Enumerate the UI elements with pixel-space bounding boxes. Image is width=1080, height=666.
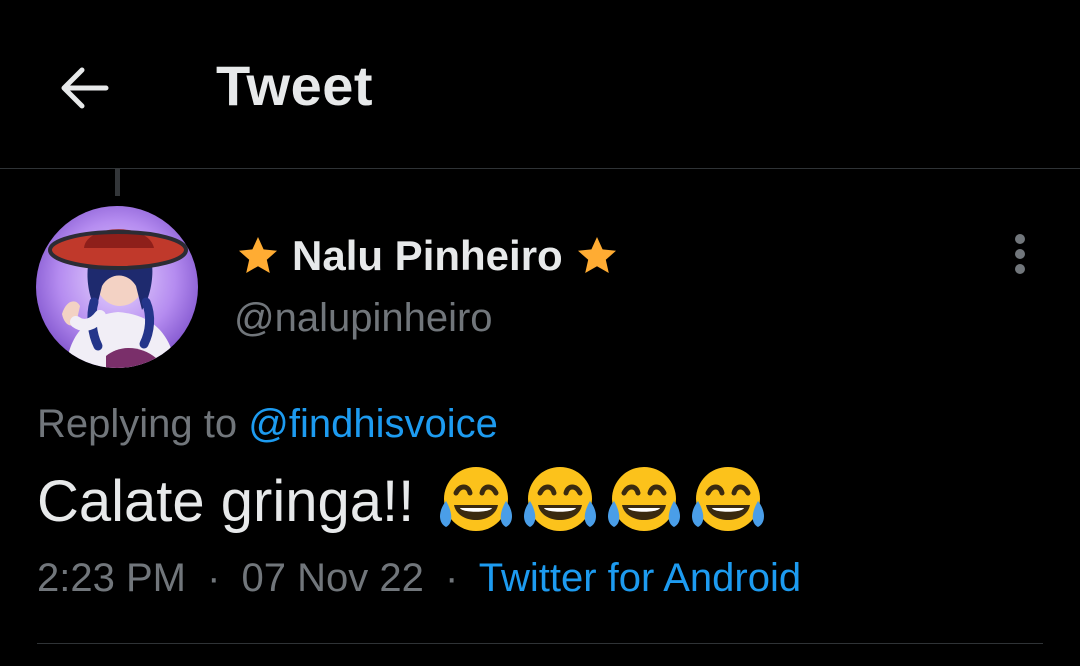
face-with-tears-of-joy-icon [440,467,513,531]
tweet-body: Calate gringa!! [37,461,768,541]
star-icon [577,237,616,273]
author-display-name: Nalu Pinheiro [292,232,563,279]
tweet-date[interactable]: 07 Nov 22 [242,556,424,600]
author-name-row[interactable]: Nalu Pinheiro [236,228,619,284]
thread-connector-line [115,168,120,196]
face-with-tears-of-joy-icon [524,467,597,531]
arrow-left-icon [61,67,109,109]
face-with-tears-of-joy-icon [692,467,765,531]
tweet-source-link[interactable]: Twitter for Android [479,556,801,600]
top-app-bar: Tweet [0,0,1080,169]
star-icon [239,237,277,273]
replying-to-line: Replying to @findhisvoice [37,402,498,447]
vertical-ellipsis-icon [1015,234,1025,274]
more-options-button[interactable] [1000,228,1040,280]
tweet-metadata: 2:23 PM · 07 Nov 22 · Twitter for Androi… [37,556,801,601]
emoji-group [436,461,768,541]
meta-separator: · [445,556,459,600]
profile-photo [36,206,198,368]
face-with-tears-of-joy-icon [608,467,681,531]
replying-to-user-link[interactable]: @findhisvoice [248,402,498,446]
back-button[interactable] [56,60,112,116]
replying-to-label: Replying to [37,402,238,446]
tweet-text: Calate gringa!! [37,468,415,534]
author-handle[interactable]: @nalupinheiro [234,296,493,341]
page-title: Tweet [216,54,374,117]
meta-separator: · [207,556,221,600]
divider [37,643,1043,644]
tweet-time[interactable]: 2:23 PM [37,556,186,600]
avatar[interactable] [36,206,198,368]
